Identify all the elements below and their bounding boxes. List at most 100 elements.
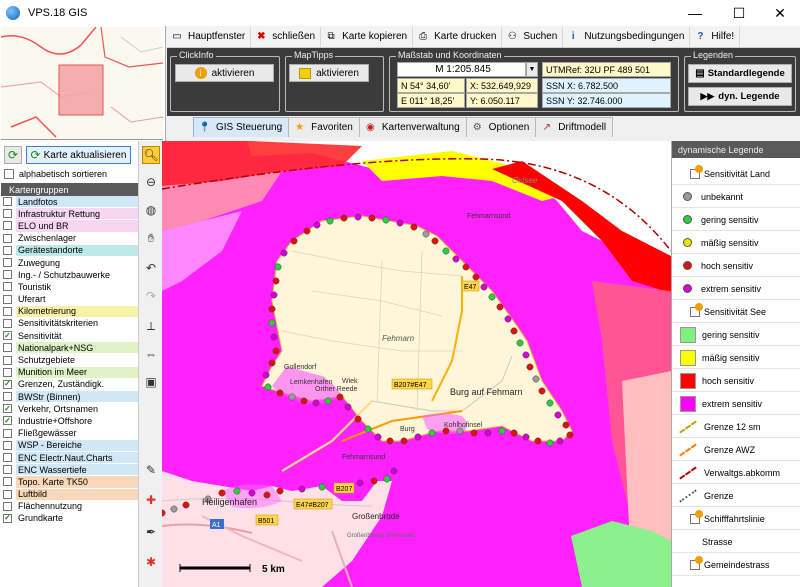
tab-gear[interactable]: ⚙ Optionen — [465, 117, 537, 137]
toolbar-close-circle-button[interactable]: ✖ schließen — [251, 26, 322, 47]
draw-points-tool[interactable]: ✚ — [142, 491, 160, 509]
pen-tool[interactable]: ✒ — [142, 523, 160, 541]
scale-dropdown-arrow[interactable]: ▼ — [526, 62, 538, 77]
width-tool[interactable]: ⇔ — [142, 345, 160, 363]
toolbar-binoculars-button[interactable]: ⚇ Suchen — [502, 26, 564, 47]
ssn-y-field[interactable]: SSN Y: 32.746.000 — [542, 93, 671, 108]
layer-checkbox[interactable] — [3, 343, 12, 353]
sensitivity-point[interactable] — [374, 433, 382, 441]
sensitivity-point[interactable] — [354, 415, 362, 423]
ssn-x-field[interactable]: SSN X: 6.782.500 — [542, 78, 671, 93]
sensitivity-point[interactable] — [522, 433, 530, 441]
tab-drift[interactable]: ↗ Driftmodell — [535, 117, 614, 137]
utm-field[interactable]: UTMRef: 32U PF 489 501 — [542, 62, 671, 77]
minimize-button[interactable]: — — [674, 0, 716, 26]
toolbar-copy-button[interactable]: ⧉ Karte kopieren — [321, 26, 414, 47]
sensitivity-point[interactable] — [264, 383, 272, 391]
sensitivity-point[interactable] — [340, 214, 348, 222]
sensitivity-point[interactable] — [272, 277, 280, 285]
layer-checkbox[interactable]: ✓ — [3, 379, 12, 389]
layer-checkbox[interactable]: ✓ — [3, 513, 12, 523]
eraser-tool[interactable]: ✎ — [142, 461, 160, 479]
layer-group-item[interactable]: Ing.- / Schutzbauwerke — [1, 269, 138, 282]
sensitivity-point[interactable] — [262, 371, 270, 379]
sensitivity-point[interactable] — [324, 397, 332, 405]
sensitivity-point[interactable] — [300, 397, 308, 405]
sensitivity-point[interactable] — [290, 237, 298, 245]
sensitivity-point[interactable] — [516, 339, 524, 347]
sensitivity-point[interactable] — [280, 249, 288, 257]
dyn-legend-button[interactable]: ▶▶ dyn. Legende — [688, 87, 792, 106]
sensitivity-point[interactable] — [462, 263, 470, 271]
layer-checkbox[interactable] — [3, 392, 12, 402]
sensitivity-point[interactable] — [390, 467, 398, 475]
layer-group-item[interactable]: Uferart — [1, 293, 138, 306]
tab-star[interactable]: ★ Favoriten — [288, 117, 360, 137]
layer-group-item[interactable]: Sensitivitätskriterien — [1, 317, 138, 331]
network-tool[interactable]: ✱ — [142, 553, 160, 571]
x-field[interactable]: X: 532.649,929 — [466, 78, 538, 93]
maximize-button[interactable]: ☐ — [718, 0, 760, 26]
layer-checkbox[interactable] — [3, 294, 12, 304]
sensitivity-point[interactable] — [370, 477, 378, 485]
layer-group-item[interactable]: ✓ Sensitivität — [1, 330, 138, 343]
sensitivity-point[interactable] — [562, 421, 570, 429]
lat-field[interactable]: N 54° 34,60' — [397, 78, 465, 93]
sensitivity-point[interactable] — [538, 387, 546, 395]
layer-group-item[interactable]: WSP - Bereiche — [1, 439, 138, 452]
standard-legend-button[interactable]: ▤ Standardlegende — [688, 64, 792, 83]
layer-checkbox[interactable] — [3, 489, 12, 499]
sensitivity-point[interactable] — [298, 485, 306, 493]
layer-checkbox[interactable]: ✓ — [3, 331, 12, 341]
sensitivity-point[interactable] — [400, 437, 408, 445]
layer-group-item[interactable]: Zuwegung — [1, 256, 138, 270]
layer-group-item[interactable]: Touristik — [1, 281, 138, 294]
sensitivity-point[interactable] — [288, 393, 296, 401]
toolbar-help-button[interactable]: ? Hilfe! — [690, 26, 741, 47]
forward-tool[interactable]: ↷ — [142, 287, 160, 305]
sensitivity-point[interactable] — [414, 433, 422, 441]
sensitivity-point[interactable] — [248, 489, 256, 497]
tab-map-manage[interactable]: ◉ Kartenverwaltung — [358, 117, 467, 137]
sensitivity-point[interactable] — [364, 425, 372, 433]
layer-group-item[interactable]: BWStr (Binnen) — [1, 391, 138, 404]
layer-checkbox[interactable]: ✓ — [3, 404, 12, 414]
layer-checkbox[interactable] — [3, 233, 12, 243]
layer-checkbox[interactable] — [3, 465, 12, 475]
y-field[interactable]: Y: 6.050.117 — [466, 93, 538, 108]
sensitivity-point[interactable] — [318, 483, 326, 491]
sensitivity-point[interactable] — [268, 319, 276, 327]
layer-group-item[interactable]: Kilometrierung — [1, 305, 138, 318]
toolbar-info-button[interactable]: i Nutzungsbedingungen — [563, 26, 691, 47]
layer-checkbox[interactable] — [3, 197, 12, 207]
sensitivity-point[interactable] — [566, 431, 574, 439]
sensitivity-point[interactable] — [354, 213, 362, 221]
sensitivity-point[interactable] — [368, 214, 376, 222]
layer-checkbox[interactable] — [3, 355, 12, 365]
sensitivity-point[interactable] — [313, 221, 321, 229]
sensitivity-point[interactable] — [382, 216, 390, 224]
layer-checkbox[interactable] — [3, 245, 12, 255]
toolbar-window-button[interactable]: ▭ Hauptfenster — [167, 26, 252, 47]
layer-group-item[interactable]: Landfotos — [1, 196, 138, 209]
sensitivity-point[interactable] — [532, 375, 540, 383]
sensitivity-point[interactable] — [356, 479, 364, 487]
layer-checkbox[interactable] — [3, 282, 12, 292]
overview-map[interactable] — [1, 27, 163, 140]
image-tool[interactable]: ▣ — [142, 373, 160, 391]
sensitivity-point[interactable] — [182, 501, 190, 509]
sensitivity-point[interactable] — [510, 429, 518, 437]
layer-group-item[interactable]: Luftbild — [1, 488, 138, 501]
sensitivity-point[interactable] — [268, 359, 276, 367]
clickinfo-activate-button[interactable]: i aktivieren — [175, 64, 274, 82]
layer-checkbox[interactable] — [3, 258, 12, 268]
layer-checkbox[interactable] — [3, 428, 12, 438]
layer-group-item[interactable]: Zwischenlager — [1, 232, 138, 245]
layer-checkbox[interactable] — [3, 440, 12, 450]
refresh-map-button[interactable]: ⟳ Karte aktualisieren — [26, 146, 131, 164]
sensitivity-point[interactable] — [268, 305, 276, 313]
sensitivity-point[interactable] — [470, 429, 478, 437]
measure-tool[interactable]: ⟂ — [142, 317, 160, 335]
sensitivity-point[interactable] — [496, 303, 504, 311]
layer-group-item[interactable]: ENC Wassertiefe — [1, 464, 138, 477]
